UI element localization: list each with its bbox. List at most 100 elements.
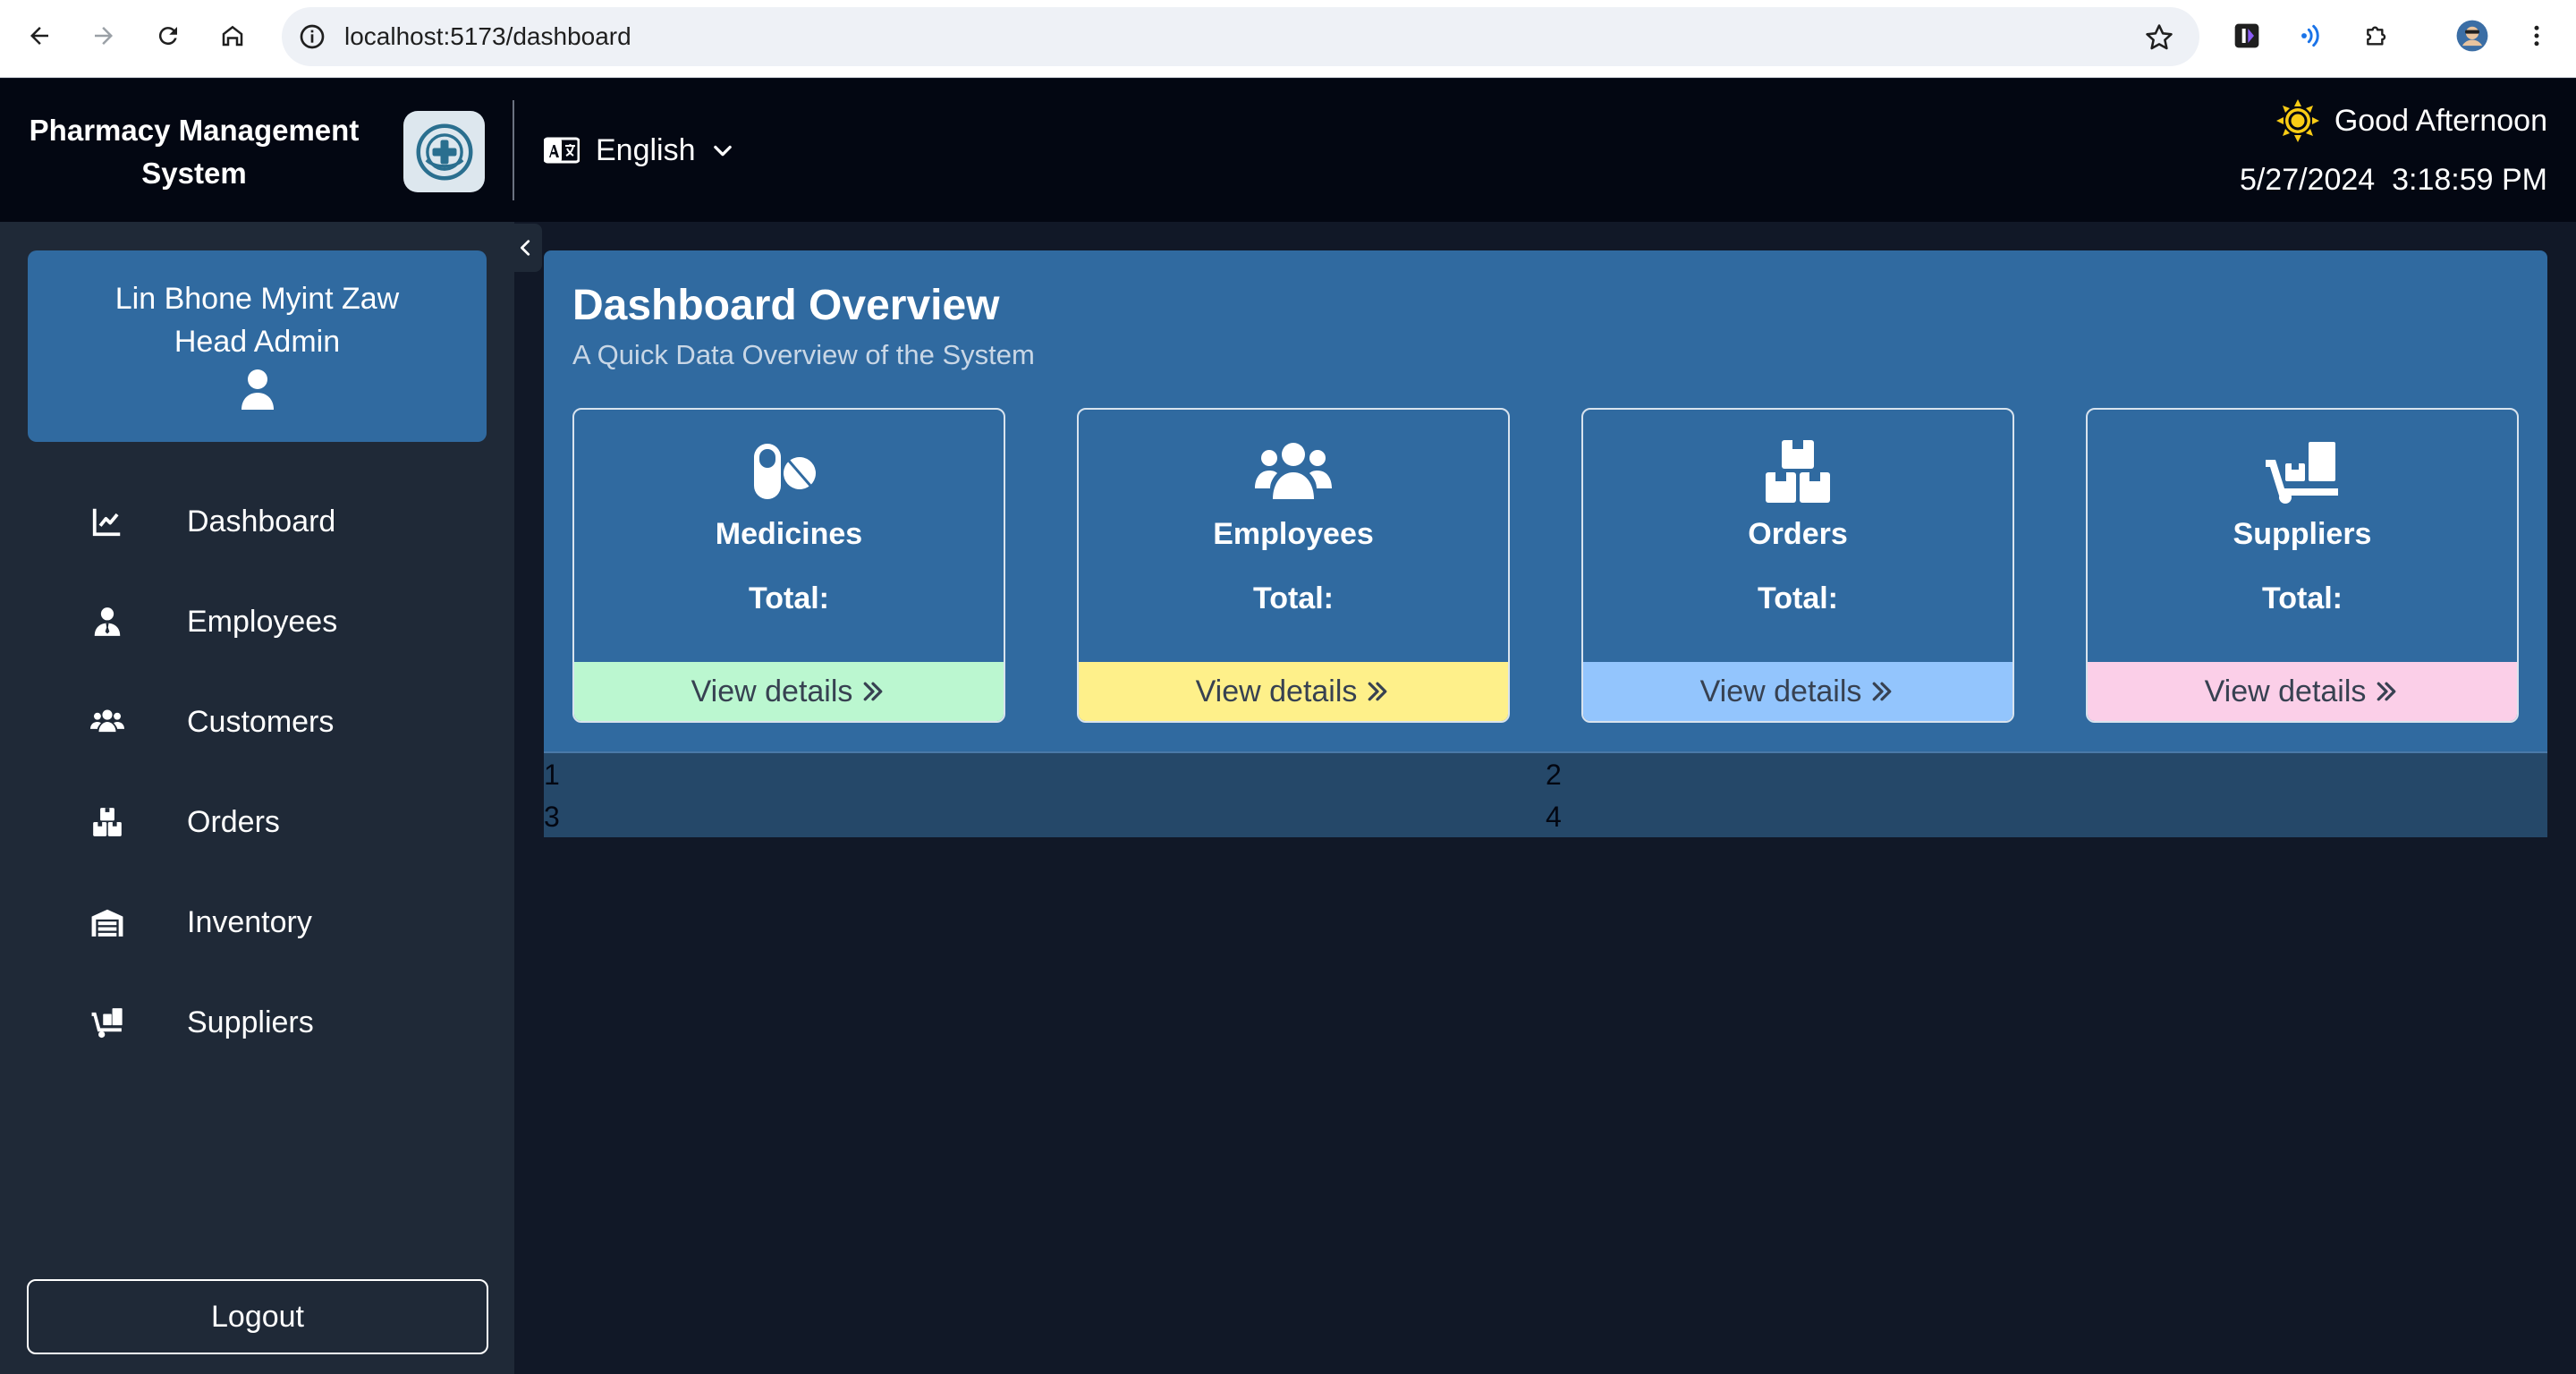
double-chevron-right-icon [864,682,883,701]
bookmark-star-icon[interactable] [2144,22,2174,53]
view-details-label: View details [1195,674,1358,708]
sidebar-item-label: Employees [187,604,338,639]
home-button[interactable] [215,18,250,54]
arrow-left-icon [30,27,48,45]
view-details-label: View details [1699,674,1862,708]
sidebar-item-inventory[interactable]: Inventory [89,895,483,949]
card-title: Employees [1213,517,1374,551]
double-chevron-right-icon [1873,682,1892,701]
current-time: 3:18:59 PM [2392,163,2547,197]
current-date: 5/27/2024 [2239,163,2376,197]
address-bar[interactable]: localhost:5173/dashboard [282,7,2199,66]
home-icon [222,25,243,47]
card-total: Total: [1252,581,1334,615]
pharmacy-logo [403,111,485,192]
language-selector[interactable]: English [544,129,735,172]
double-chevron-right-icon [1368,682,1387,701]
back-button[interactable] [21,18,57,54]
dolly-icon [89,1005,125,1040]
view-details-link[interactable]: View details [1583,662,2012,721]
grid-cell: 2 [1546,759,1562,791]
grid-cell: 3 [544,801,560,833]
sun-icon [2275,99,2319,142]
kebab-menu-icon [2534,25,2539,47]
greeting: Good Afternoon [2275,98,2547,143]
app-header: Pharmacy Management System English Good … [0,79,2576,222]
view-details-link[interactable]: View details [1079,662,1508,721]
sidebar: Lin Bhone Myint Zaw Head Admin Dashboard… [0,222,514,1374]
boxes-icon [1758,438,1838,505]
app-title-line: Pharmacy Management [29,114,360,147]
suppliers-card: Suppliers Total: View details [2086,408,2519,723]
language-icon [544,137,580,164]
reload-button[interactable] [150,18,186,54]
info-icon[interactable] [298,22,326,51]
avatar-icon [2456,20,2488,52]
header-divider [513,100,514,200]
extension-button[interactable] [2229,18,2265,54]
sidebar-item-employees[interactable]: Employees [89,595,483,649]
greeting-text: Good Afternoon [2334,103,2547,138]
users-icon [89,704,125,740]
arrow-right-icon [95,27,113,45]
warehouse-icon [89,904,125,940]
puzzle-icon [2367,26,2386,46]
chart-line-icon [89,504,125,539]
grid-cell: 1 [544,759,560,791]
card-title: Medicines [715,517,863,551]
pills-icon [749,438,829,505]
grid-cell: 4 [1546,801,1562,833]
user-name: Lin Bhone Myint Zaw [114,282,400,316]
pharmacy-logo-icon [416,123,472,180]
user-icon [241,369,274,410]
user-tie-icon [89,604,125,640]
view-details-link[interactable]: View details [574,662,1004,721]
sidebar-collapse-button[interactable] [510,224,542,272]
card-title: Orders [1748,517,1848,551]
medicines-card: Medicines Total: View details [572,408,1005,723]
sidebar-item-label: Suppliers [187,1005,314,1039]
browser-toolbar: localhost:5173/dashboard [0,0,2576,78]
boxes-icon [89,804,125,840]
reload-icon [158,27,177,46]
card-total: Total: [748,581,829,615]
employees-card: Employees Total: View details [1077,408,1510,723]
view-details-label: View details [2204,674,2367,708]
orders-card: Orders Total: View details [1581,408,2014,723]
app-title: Pharmacy Management System [20,109,369,195]
extensions-menu-button[interactable] [2360,18,2395,54]
view-details-label: View details [691,674,853,708]
app-title-line: System [141,157,247,190]
sidebar-item-dashboard[interactable]: Dashboard [89,495,483,548]
card-total: Total: [2261,581,2343,615]
audio-waves-icon [2301,24,2319,47]
dashboard-overview: Dashboard Overview A Quick Data Overview… [544,250,2547,751]
card-total: Total: [1757,581,1838,615]
sidebar-item-customers[interactable]: Customers [89,695,483,749]
users-icon [1253,438,1334,505]
chevron-down-icon [713,145,732,157]
sidebar-item-label: Inventory [187,904,312,939]
sidebar-item-label: Customers [187,704,335,739]
user-role: Head Admin [174,325,341,359]
profile-avatar-button[interactable] [2454,18,2490,54]
dolly-icon [2262,438,2343,505]
extension-button[interactable] [2293,18,2329,54]
page-title: Dashboard Overview [572,282,1000,329]
sidebar-item-label: Dashboard [187,504,336,539]
url-text[interactable]: localhost:5173/dashboard [344,7,631,66]
date-time: 5/27/2024 3:18:59 PM [2240,157,2547,202]
logout-button[interactable]: Logout [27,1279,488,1354]
language-label: English [596,132,696,167]
sidebar-item-label: Orders [187,804,280,839]
sidebar-item-orders[interactable]: Orders [89,795,483,849]
double-chevron-right-icon [2377,682,2396,701]
profile-card: Lin Bhone Myint Zaw Head Admin [28,250,487,442]
extension-app-icon [2234,23,2259,48]
chevron-left-icon [521,240,530,256]
browser-menu-button[interactable] [2519,18,2555,54]
placeholder-grid: 1 2 3 4 [544,751,2547,837]
forward-button[interactable] [86,18,122,54]
view-details-link[interactable]: View details [2088,662,2517,721]
sidebar-item-suppliers[interactable]: Suppliers [89,996,483,1049]
